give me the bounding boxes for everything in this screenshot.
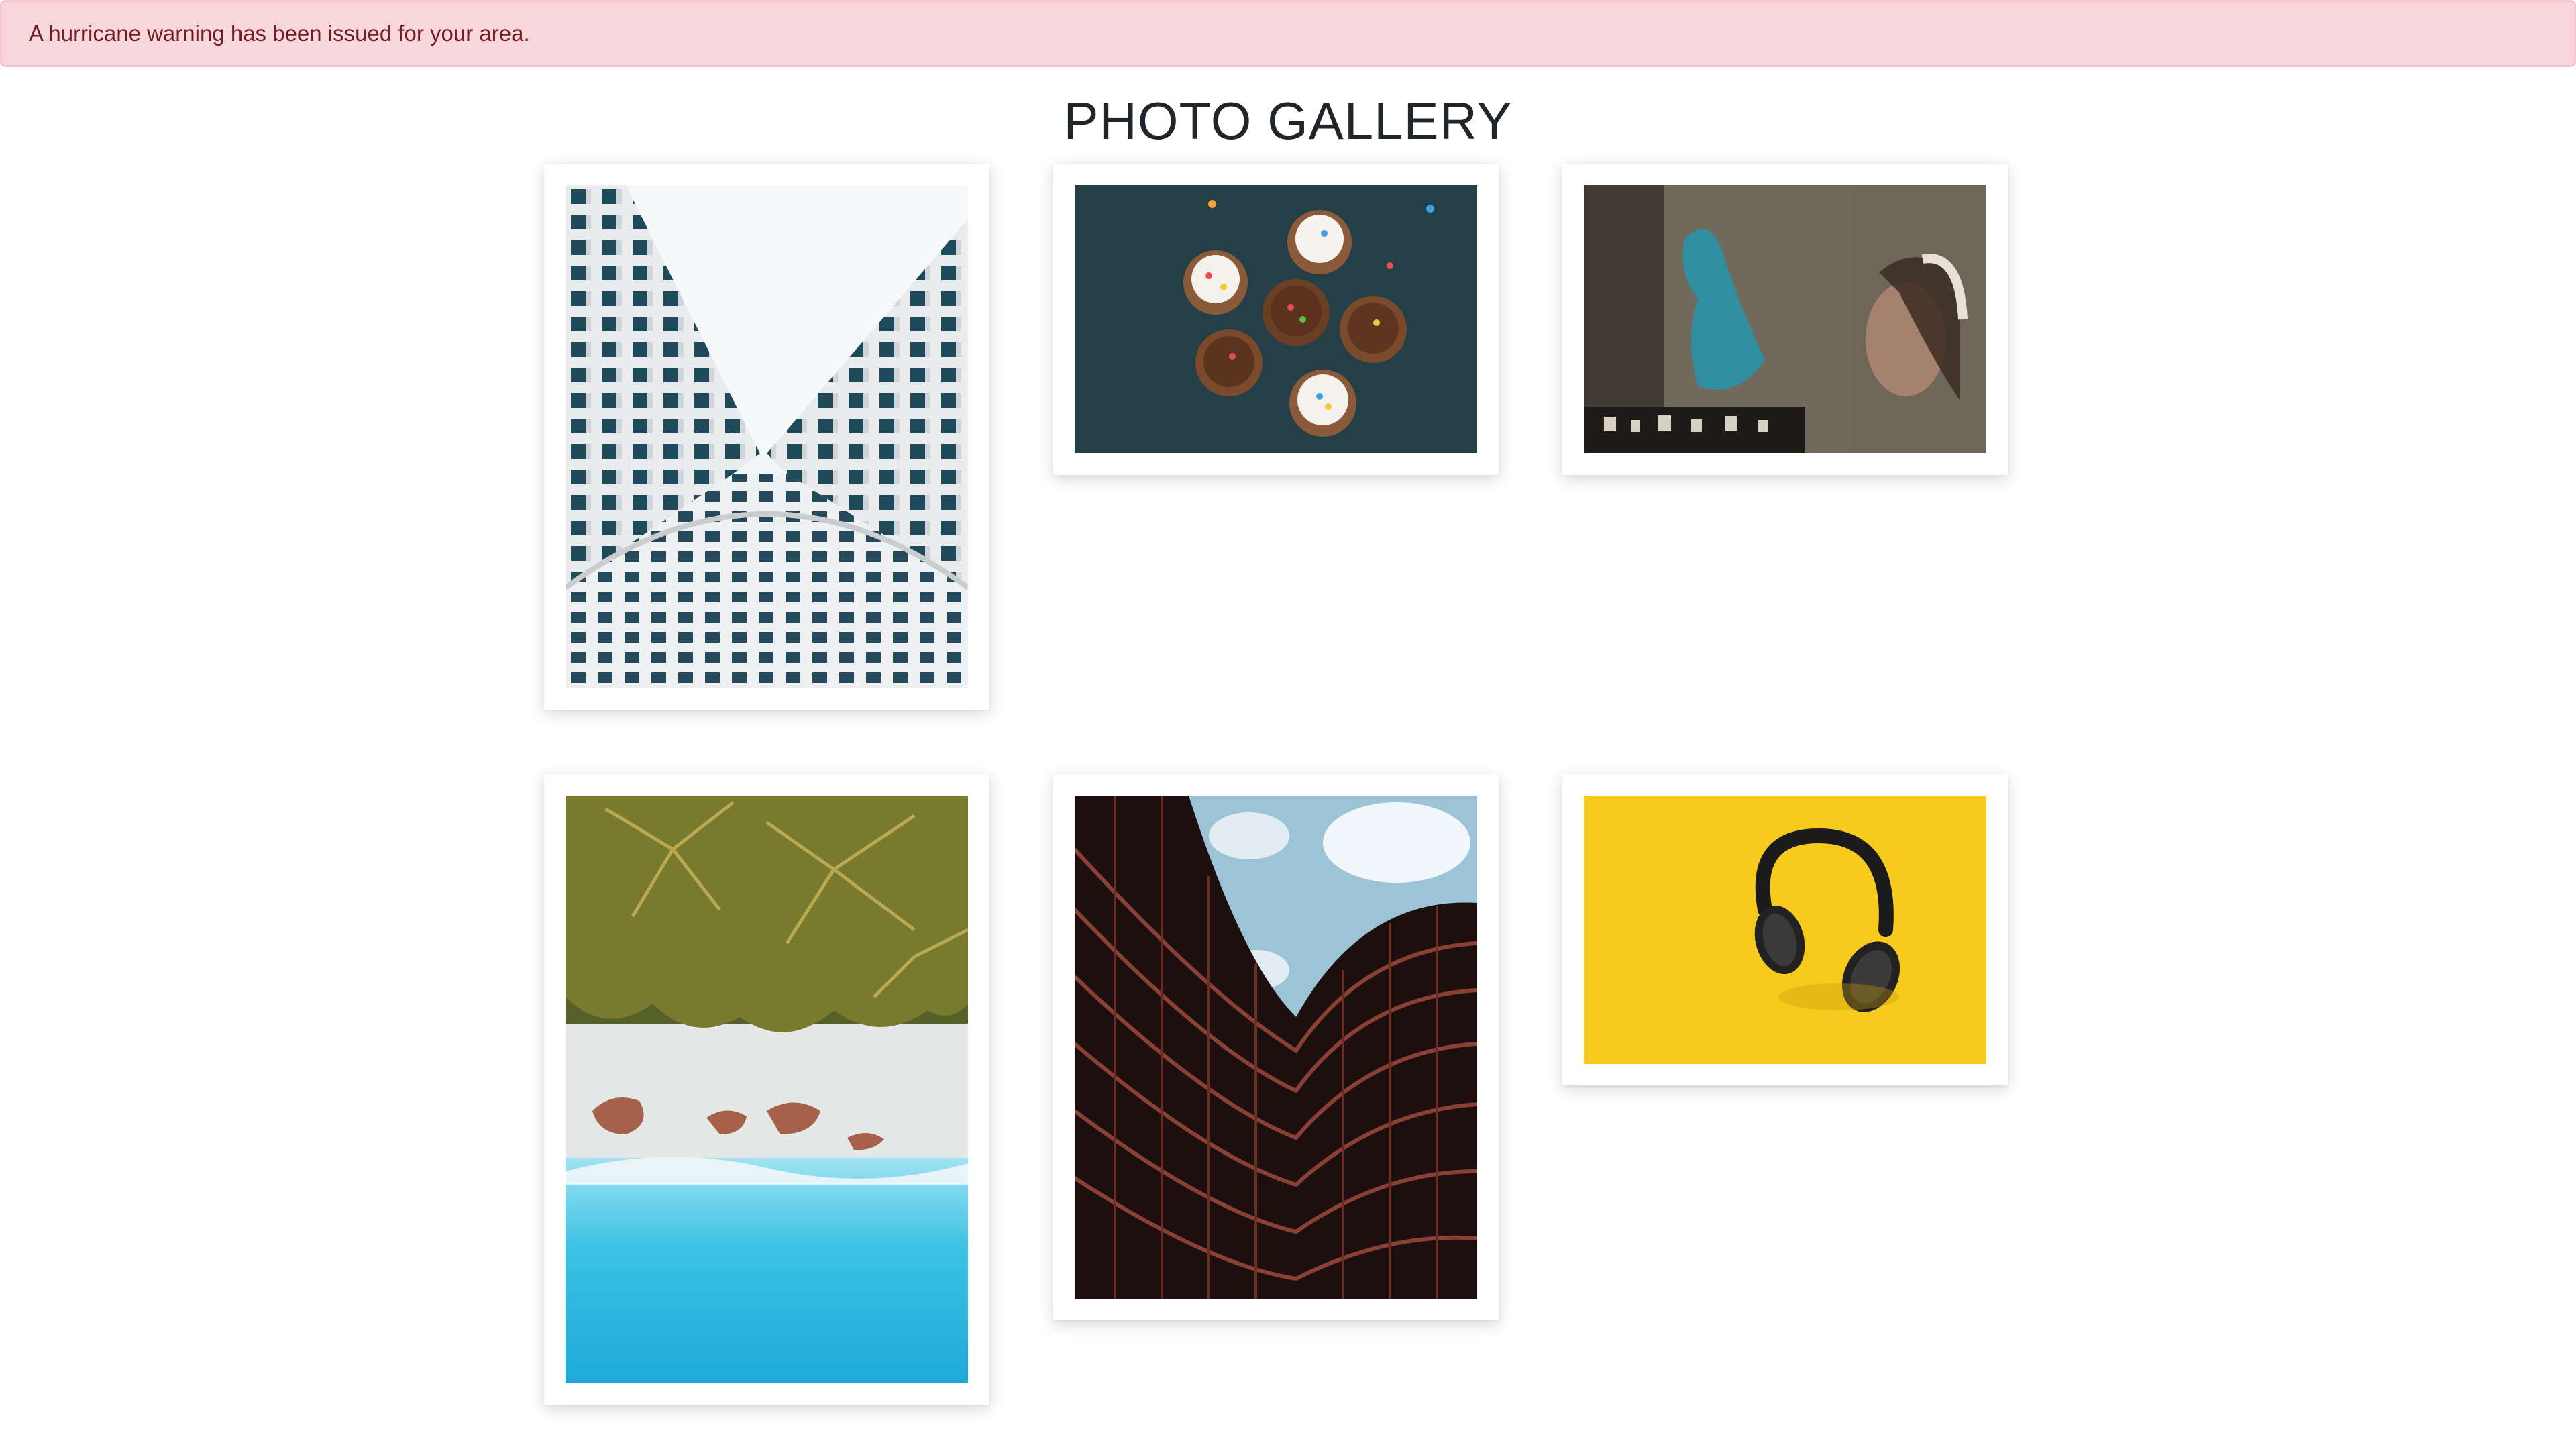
gallery-photo-beach-aerial[interactable] bbox=[566, 796, 968, 1383]
gallery-card[interactable] bbox=[1053, 164, 1499, 475]
gallery-card[interactable] bbox=[1053, 774, 1499, 1320]
gallery-card[interactable] bbox=[1562, 164, 2008, 475]
hurricane-warning-alert: A hurricane warning has been issued for … bbox=[0, 0, 2576, 67]
gallery-photo-headphones[interactable] bbox=[1584, 796, 1986, 1064]
page-title: PHOTO GALLERY bbox=[1063, 91, 1513, 150]
gallery-card[interactable] bbox=[1562, 774, 2008, 1085]
gallery-photo-building-looking-up[interactable] bbox=[566, 185, 968, 688]
gallery-photo-curved-building[interactable] bbox=[1075, 796, 1477, 1299]
gallery-photo-graffiti-person[interactable] bbox=[1584, 185, 1986, 453]
gallery-photo-cupcakes[interactable] bbox=[1075, 185, 1477, 453]
alert-text: A hurricane warning has been issued for … bbox=[29, 21, 530, 46]
gallery-card[interactable] bbox=[544, 164, 989, 710]
gallery-card[interactable] bbox=[544, 774, 989, 1405]
